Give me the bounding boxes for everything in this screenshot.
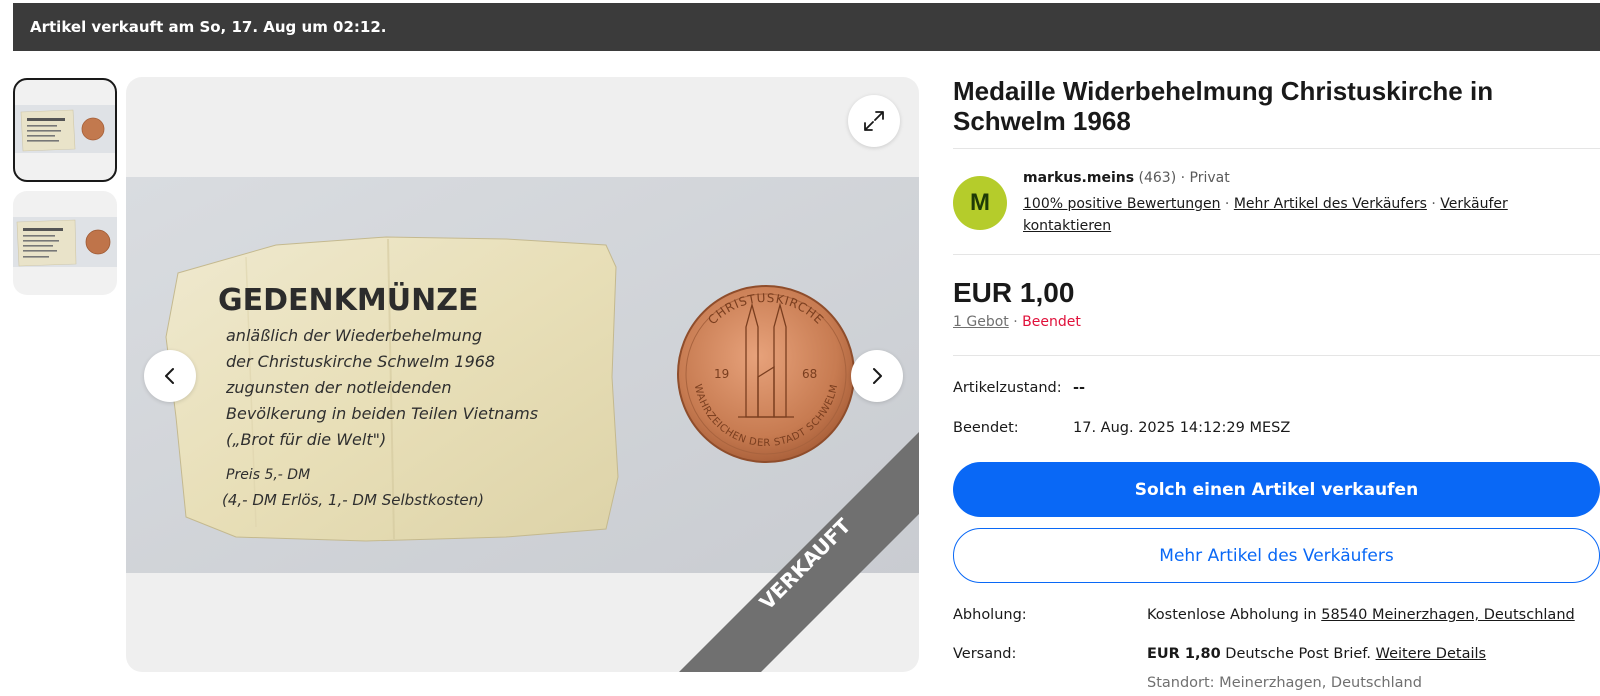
coin-year-left: 19 [714,367,729,381]
divider [953,355,1600,356]
image-gallery[interactable]: GEDENKMÜNZE anläßlich der Wiederbehelmun… [126,77,919,672]
previous-image-button[interactable] [144,350,196,402]
seller-feedback-link[interactable]: 100% positive Bewertungen [1023,196,1220,212]
pickup-value: Kostenlose Abholung in 58540 Meinerzhage… [1147,607,1575,623]
sell-similar-button[interactable]: Solch einen Artikel verkaufen [953,462,1600,517]
ended-label: Beendet: [953,420,1019,436]
coin-year-right: 68 [802,367,817,381]
pickup-text: Kostenlose Abholung in [1147,607,1317,623]
sold-banner-text: Artikel verkauft am So, 17. Aug um 02:12… [30,18,387,36]
seller-avatar[interactable]: M [953,176,1007,230]
expand-icon [864,111,884,131]
photo-line-3: zugunsten der notleidenden [225,378,452,397]
separator: · [1426,196,1441,212]
shipping-value: EUR 1,80 Deutsche Post Brief. Weitere De… [1147,646,1486,662]
photo-line-7: (4,- DM Erlös, 1,- DM Selbstkosten) [222,491,484,509]
chevron-left-icon [165,368,174,384]
photo-line-2: der Christuskirche Schwelm 1968 [226,352,495,371]
divider [953,254,1600,255]
condition-value: -- [1073,380,1086,396]
seller-name[interactable]: markus.meins [1023,170,1134,186]
item-location: Standort: Meinerzhagen, Deutschland [1147,675,1422,691]
item-price: EUR 1,00 [953,277,1075,308]
seller-links: 100% positive Bewertungen · Mehr Artikel… [1023,193,1583,237]
divider [953,148,1600,149]
item-title: Medaille Widerbehelmung Christuskirche i… [953,76,1494,136]
main-item-photo: GEDENKMÜNZE anläßlich der Wiederbehelmun… [126,177,919,573]
shipping-details-link[interactable]: Weitere Details [1376,646,1487,662]
shipping-method: Deutsche Post Brief. [1225,646,1371,662]
shipping-price: EUR 1,80 [1147,646,1221,662]
separator: · [1176,170,1190,186]
auction-status: Beendet [1022,314,1081,330]
separator: · [1008,314,1023,330]
bid-count-link[interactable]: 1 Gebot [953,314,1009,330]
shipping-label: Versand: [953,646,1017,662]
seller-type: Privat [1189,170,1230,186]
thumbnail-1[interactable] [13,78,117,182]
ended-value: 17. Aug. 2025 14:12:29 MESZ [1073,420,1291,436]
more-seller-items-button[interactable]: Mehr Artikel des Verkäufers [953,528,1600,583]
photo-heading: GEDENKMÜNZE [218,281,478,318]
chevron-right-icon [873,368,882,384]
expand-button[interactable] [848,95,900,147]
photo-line-1: anläßlich der Wiederbehelmung [226,326,482,345]
next-image-button[interactable] [851,350,903,402]
seller-more-items-link[interactable]: Mehr Artikel des Verkäufers [1234,196,1427,212]
thumbnail-2[interactable] [13,191,117,295]
photo-line-4: Bevölkerung in beiden Teilen Vietnams [226,404,538,423]
separator: · [1220,196,1234,212]
pickup-label: Abholung: [953,607,1027,623]
sold-banner: Artikel verkauft am So, 17. Aug um 02:12… [13,3,1600,51]
seller-info: markus.meins (463) · Privat [1023,168,1230,188]
photo-line-6: Preis 5,- DM [226,467,310,483]
thumbnail-1-image [15,105,115,153]
pickup-location-link[interactable]: 58540 Meinerzhagen, Deutschland [1321,607,1574,623]
seller-rating-count: (463) [1138,170,1177,186]
bid-status: 1 Gebot · Beendet [953,314,1081,330]
condition-label: Artikelzustand: [953,380,1062,396]
thumbnail-2-image [13,217,117,267]
photo-line-5: („Brot für die Welt") [226,430,386,449]
